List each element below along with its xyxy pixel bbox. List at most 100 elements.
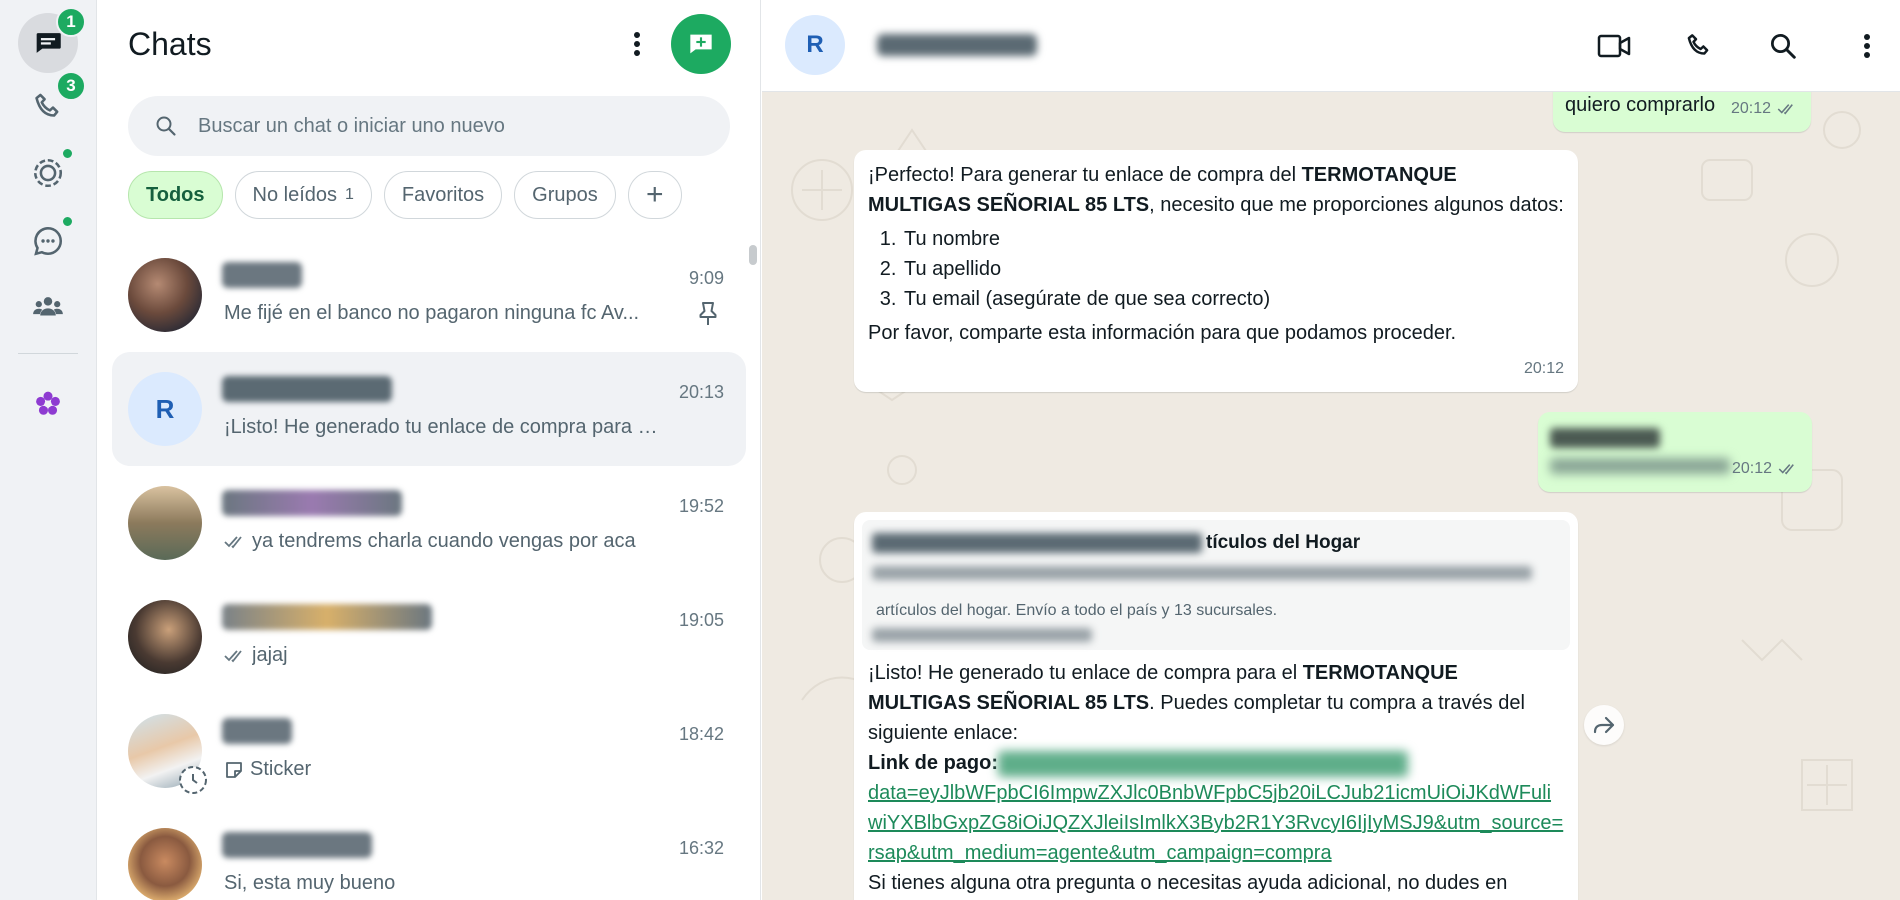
redacted-link[interactable] bbox=[998, 750, 1408, 777]
filter-unread[interactable]: No leídos 1 bbox=[234, 171, 372, 219]
filter-chips: Todos No leídos 1 Favoritos Grupos + bbox=[128, 171, 682, 219]
outgoing-message[interactable]: 20:12 bbox=[1538, 412, 1812, 492]
message-text: Por favor, comparte esta información par… bbox=[868, 322, 1457, 344]
contact-avatar[interactable]: R bbox=[785, 15, 845, 75]
avatar bbox=[128, 486, 202, 560]
chat-row[interactable]: 19:05 jajaj bbox=[112, 580, 746, 694]
message-body: ¡Listo! He generado tu enlace de compra … bbox=[868, 658, 1564, 898]
chat-time: 20:13 bbox=[678, 382, 724, 402]
requested-data-list: Tu nombre Tu apellido Tu email (asegúrat… bbox=[902, 224, 1564, 314]
chats-nav-button[interactable]: 1 bbox=[18, 7, 86, 73]
meta-ai-button[interactable] bbox=[18, 374, 78, 434]
filter-unread-count: 1 bbox=[345, 186, 354, 203]
payment-link-label: Link de pago: bbox=[868, 752, 998, 774]
voice-call-button[interactable] bbox=[1677, 24, 1721, 68]
calls-badge: 3 bbox=[56, 71, 86, 101]
forward-icon bbox=[1593, 716, 1615, 734]
message-body: ¡Perfecto! Para generar tu enlace de com… bbox=[868, 160, 1564, 220]
chat-preview: Si, esta muy bueno bbox=[224, 872, 664, 895]
new-chat-icon bbox=[690, 34, 712, 54]
redacted-text bbox=[872, 628, 1092, 642]
forward-button[interactable] bbox=[1584, 705, 1624, 745]
new-chat-button[interactable] bbox=[671, 14, 731, 74]
rail-divider bbox=[18, 353, 78, 354]
sticker-icon bbox=[226, 761, 242, 778]
add-filter-button[interactable]: + bbox=[627, 171, 682, 219]
channels-icon bbox=[34, 226, 63, 256]
chat-preview: ya tendrems charla cuando vengas por aca bbox=[224, 530, 664, 553]
avatar bbox=[128, 600, 202, 674]
list-item: Tu nombre bbox=[902, 224, 1564, 254]
list-item: Tu apellido bbox=[902, 254, 1564, 284]
channels-new-dot bbox=[61, 215, 74, 228]
chat-preview-text: jajaj bbox=[252, 644, 288, 666]
incoming-message[interactable]: tículos del Hogar artículos del hogar. E… bbox=[854, 512, 1578, 900]
link-preview-title-text: tículos del Hogar bbox=[1206, 532, 1361, 553]
chat-row-selected[interactable]: R 20:13 ¡Listo! He generado tu enlace de… bbox=[112, 352, 746, 466]
message-text: , necesito que me proporciones algunos d… bbox=[1149, 194, 1564, 216]
status-ring-icon bbox=[179, 766, 207, 794]
navigation-rail: 1 3 bbox=[0, 0, 97, 900]
message-time: 20:12 bbox=[1730, 100, 1771, 117]
chat-menu-button[interactable] bbox=[1845, 24, 1889, 68]
search-in-chat-button[interactable] bbox=[1761, 24, 1805, 68]
more-vertical-icon bbox=[1864, 34, 1870, 58]
contact-name-redacted bbox=[222, 832, 372, 858]
double-check-icon bbox=[224, 649, 242, 662]
message-time: 20:12 bbox=[1731, 460, 1772, 477]
contact-name-redacted[interactable] bbox=[877, 34, 1037, 56]
message-text: Si tienes alguna otra pregunta o necesit… bbox=[868, 872, 1508, 894]
incoming-message[interactable]: ¡Perfecto! Para generar tu enlace de com… bbox=[854, 150, 1578, 392]
search-icon bbox=[156, 116, 176, 136]
payment-link[interactable]: data=eyJlbWFpbCI6ImpwZXJlc0BnbWFpbC5jb20… bbox=[868, 778, 1564, 868]
message-meta: 20:12 bbox=[1732, 454, 1798, 484]
chat-preview-text: Me fijé en el banco no pagaron ninguna f… bbox=[224, 302, 640, 324]
chat-row[interactable]: 9:09 Me fijé en el banco no pagaron ning… bbox=[112, 238, 746, 352]
conversation-panel: R quiero comprarlo 20:12 ¡Perfecto! Para… bbox=[762, 0, 1900, 900]
chat-row[interactable]: 18:42 Sticker bbox=[112, 694, 746, 808]
redacted-text bbox=[872, 532, 1202, 553]
video-camera-icon bbox=[1597, 34, 1631, 58]
status-new-dot bbox=[61, 147, 74, 160]
contact-name-redacted bbox=[222, 718, 292, 744]
link-preview[interactable]: tículos del Hogar artículos del hogar. E… bbox=[862, 520, 1570, 650]
double-check-icon bbox=[1778, 464, 1794, 475]
chat-preview-text: ya tendrems charla cuando vengas por aca bbox=[252, 530, 636, 552]
calls-nav-button[interactable]: 3 bbox=[18, 71, 86, 137]
list-scrollbar[interactable] bbox=[749, 245, 757, 265]
filter-groups[interactable]: Grupos bbox=[514, 171, 616, 219]
search-input[interactable] bbox=[198, 114, 698, 138]
pin-icon bbox=[699, 302, 717, 325]
meta-ai-flower-icon bbox=[36, 391, 60, 415]
filter-unread-label: No leídos bbox=[252, 183, 338, 206]
channels-nav-button[interactable] bbox=[18, 211, 78, 271]
message-meta: 20:12 bbox=[1524, 354, 1564, 384]
chat-row[interactable]: 16:32 Si, esta muy bueno bbox=[112, 808, 746, 900]
search-bar[interactable] bbox=[128, 96, 730, 156]
status-nav-button[interactable] bbox=[18, 143, 78, 203]
list-menu-button[interactable] bbox=[617, 24, 657, 64]
list-item: Tu email (asegúrate de que sea correcto) bbox=[902, 284, 1564, 314]
chat-time: 19:05 bbox=[678, 610, 724, 630]
chat-time: 9:09 bbox=[688, 268, 724, 288]
status-icon bbox=[33, 158, 63, 188]
chat-row[interactable]: 19:52 ya tendrems charla cuando vengas p… bbox=[112, 466, 746, 580]
message-text: ¡Perfecto! Para generar tu enlace de com… bbox=[868, 164, 1302, 186]
contact-name-redacted bbox=[222, 376, 392, 402]
conversation-header: R bbox=[762, 0, 1900, 92]
avatar bbox=[128, 828, 202, 900]
filter-favorites[interactable]: Favoritos bbox=[383, 171, 503, 219]
video-call-button[interactable] bbox=[1592, 24, 1636, 68]
contact-name-redacted bbox=[222, 604, 432, 630]
communities-nav-button[interactable] bbox=[18, 277, 78, 337]
search-icon bbox=[1771, 34, 1796, 59]
chat-preview-text: Sticker bbox=[250, 758, 312, 780]
filter-all[interactable]: Todos bbox=[128, 171, 223, 219]
redacted-text bbox=[872, 566, 1532, 580]
redacted-text bbox=[1550, 458, 1730, 474]
chats-title: Chats bbox=[128, 26, 212, 62]
communities-icon bbox=[33, 297, 63, 316]
redacted-text bbox=[1550, 428, 1660, 448]
message-text: quiero comprarlo bbox=[1565, 94, 1716, 116]
chats-unread-badge: 1 bbox=[56, 7, 86, 37]
